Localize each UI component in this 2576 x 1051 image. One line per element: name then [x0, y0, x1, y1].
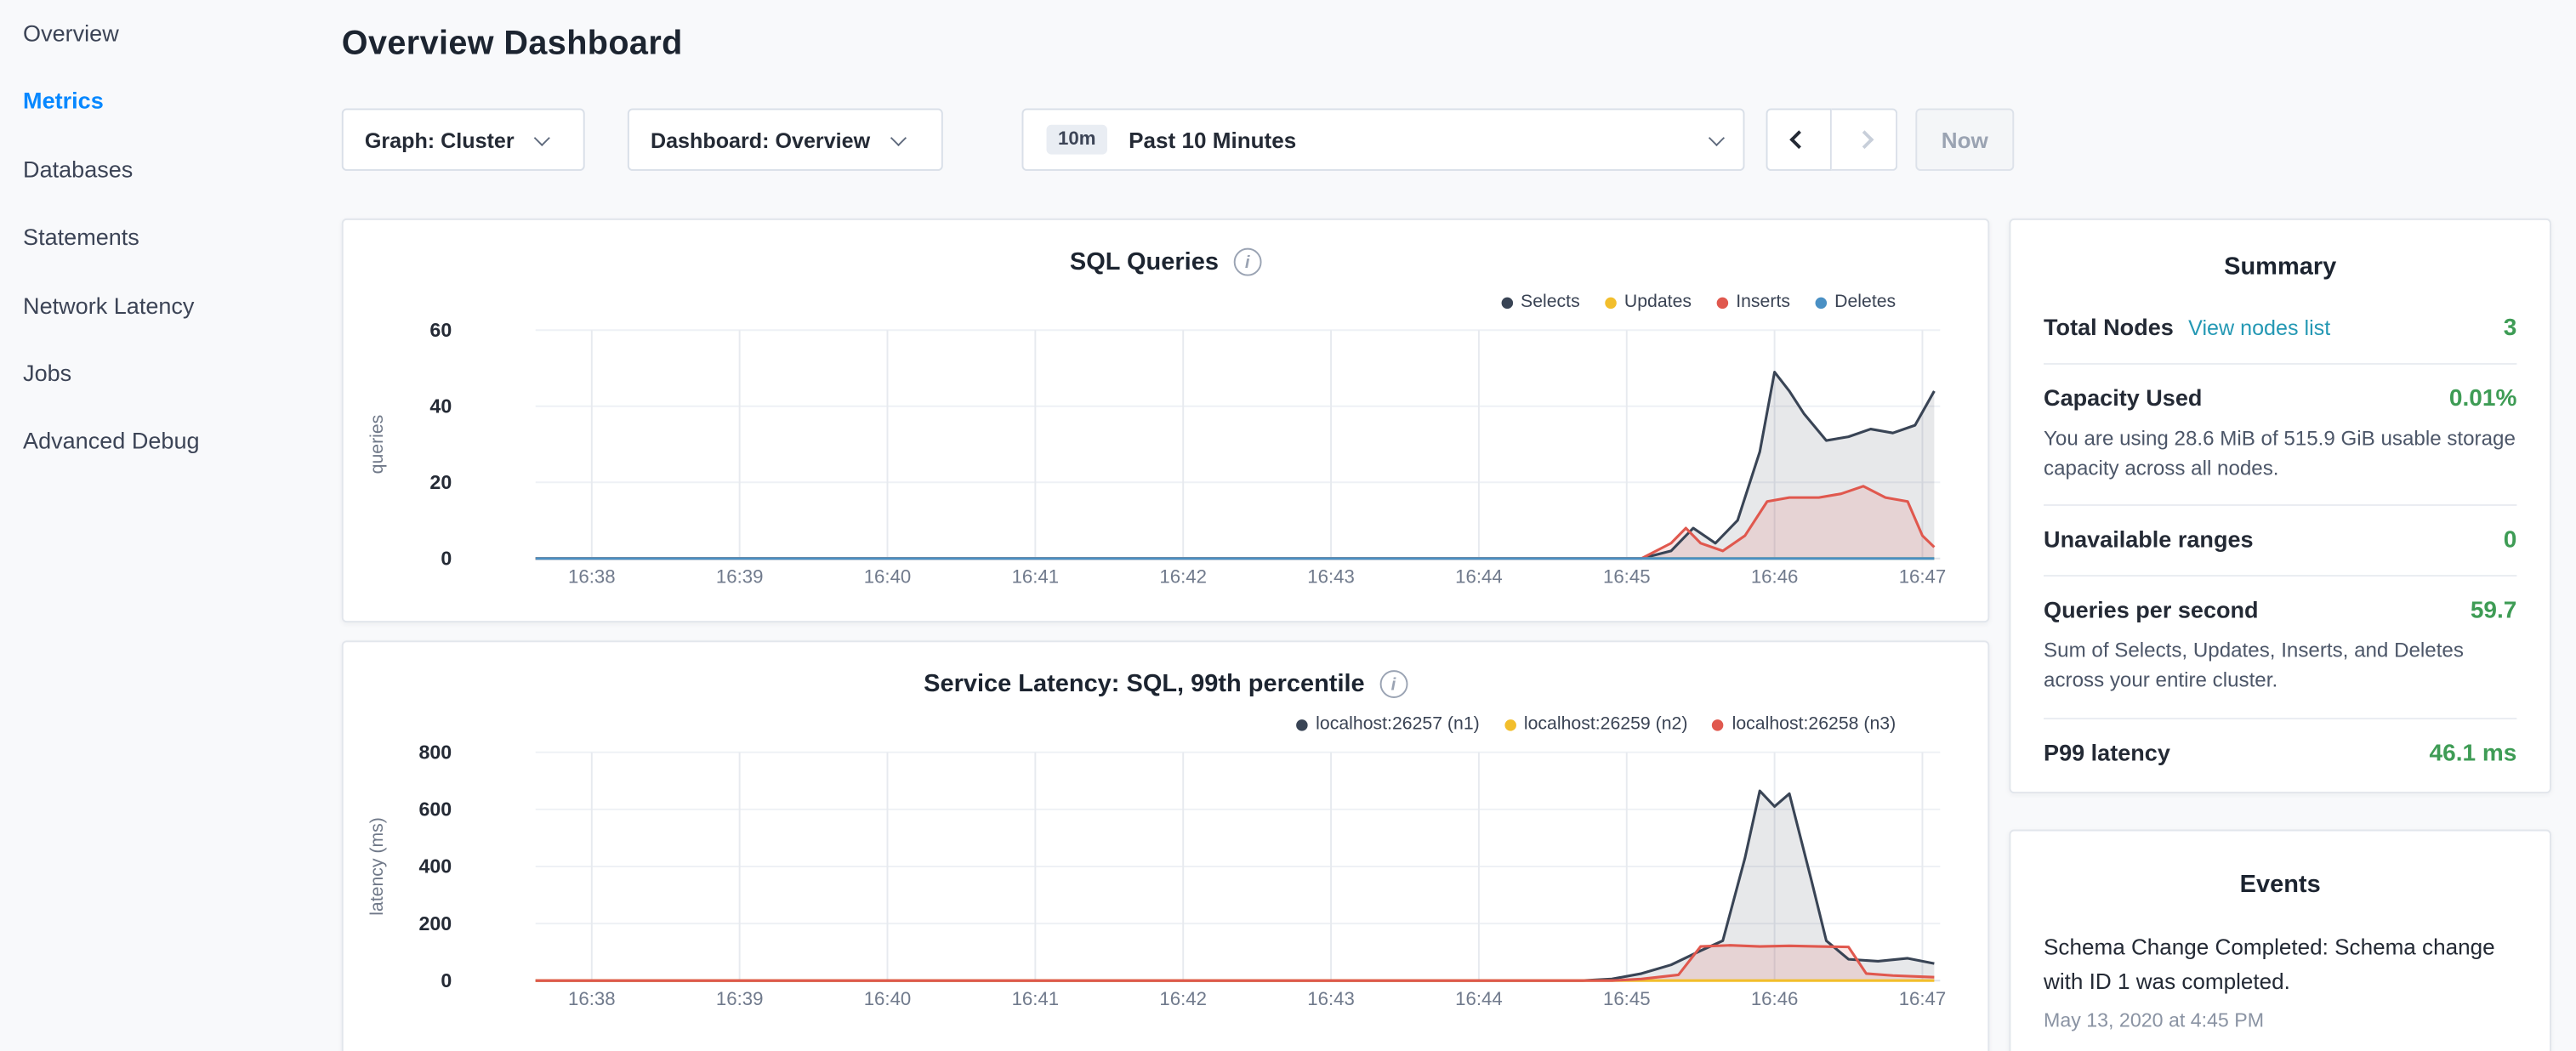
dashboard-controls: Graph: Cluster Dashboard: Overview 10m P…	[342, 108, 2014, 170]
svg-text:16:38: 16:38	[568, 566, 616, 588]
svg-text:60: 60	[429, 319, 452, 341]
svg-text:16:45: 16:45	[1603, 988, 1651, 1009]
svg-text:16:47: 16:47	[1899, 566, 1947, 588]
chart-plot[interactable]: 0 20 40 60 16:38 16:39 16:40 16:41 16:42 16:43 16:…	[344, 220, 1988, 615]
event-timestamp: May 13, 2020 at 4:45 PM	[2044, 1008, 2516, 1031]
summary-label: Capacity Used	[2044, 384, 2202, 411]
sidebar-item-advanced-debug[interactable]: Advanced Debug	[23, 428, 342, 496]
chevron-down-icon	[1709, 129, 1725, 145]
svg-text:200: 200	[419, 912, 452, 935]
sidebar-item-databases[interactable]: Databases	[23, 156, 342, 224]
summary-title: Summary	[2044, 247, 2516, 294]
svg-text:16:45: 16:45	[1603, 566, 1651, 588]
chevron-down-icon	[890, 129, 906, 145]
time-range-selector[interactable]: 10m Past 10 Minutes	[1022, 108, 1745, 170]
summary-label: P99 latency	[2044, 738, 2170, 764]
events-title: Events	[2044, 864, 2516, 912]
service-latency-chart-card: Service Latency: SQL, 99th percentile i …	[342, 640, 1989, 1051]
chevron-down-icon	[534, 129, 550, 145]
graph-dropdown-label: Graph: Cluster	[365, 128, 515, 152]
summary-label: Total Nodes	[2044, 314, 2174, 340]
dashboard-dropdown-label: Dashboard: Overview	[651, 128, 870, 152]
summary-description: You are using 28.6 MiB of 515.9 GiB usab…	[2044, 423, 2516, 483]
sidebar-item-metrics[interactable]: Metrics	[23, 88, 342, 156]
now-button[interactable]: Now	[1915, 108, 2014, 170]
summary-value: 46.1 ms	[2430, 740, 2517, 766]
svg-text:16:39: 16:39	[716, 988, 764, 1009]
svg-text:16:42: 16:42	[1159, 566, 1207, 588]
svg-text:800: 800	[419, 741, 452, 763]
summary-row-unavailable-ranges: Unavailable ranges 0	[2044, 506, 2516, 577]
svg-text:0: 0	[441, 969, 452, 991]
chevron-left-icon	[1789, 130, 1808, 149]
svg-text:0: 0	[441, 548, 452, 570]
sidebar-item-jobs[interactable]: Jobs	[23, 360, 342, 428]
svg-text:40: 40	[429, 395, 452, 418]
summary-row-queries-per-second: Queries per second 59.7 Sum of Selects, …	[2044, 577, 2516, 719]
svg-text:16:44: 16:44	[1455, 566, 1503, 588]
summary-label: Queries per second	[2044, 597, 2259, 623]
page-title: Overview Dashboard	[342, 25, 683, 64]
svg-text:600: 600	[419, 798, 452, 821]
svg-text:16:41: 16:41	[1012, 566, 1060, 588]
summary-value: 3	[2504, 315, 2517, 342]
svg-text:16:47: 16:47	[1899, 988, 1947, 1009]
summary-row-p99-latency: P99 latency 46.1 ms	[2044, 719, 2516, 787]
sidebar: Overview Metrics Databases Statements Ne…	[0, 0, 342, 1051]
time-next-button[interactable]	[1832, 108, 1897, 170]
summary-panel: Summary Total Nodes View nodes list 3 Ca…	[2009, 219, 2550, 793]
svg-text:16:44: 16:44	[1455, 988, 1503, 1009]
sql-queries-chart-card: SQL Queries i SelectsUpdatesInsertsDelet…	[342, 219, 1989, 622]
summary-description: Sum of Selects, Updates, Inserts, and De…	[2044, 636, 2516, 696]
summary-value: 0.01%	[2449, 386, 2516, 412]
svg-text:16:43: 16:43	[1307, 988, 1355, 1009]
svg-text:queries: queries	[367, 415, 387, 474]
summary-value: 0	[2504, 528, 2517, 554]
events-panel: Events Schema Change Completed: Schema c…	[2009, 830, 2550, 1051]
svg-text:16:39: 16:39	[716, 566, 764, 588]
summary-label: Unavailable ranges	[2044, 526, 2254, 553]
summary-row-capacity-used: Capacity Used 0.01% You are using 28.6 M…	[2044, 365, 2516, 507]
summary-value: 59.7	[2471, 599, 2517, 625]
sidebar-item-overview[interactable]: Overview	[23, 20, 342, 88]
view-nodes-list-link[interactable]: View nodes list	[2188, 315, 2330, 340]
svg-text:latency (ms): latency (ms)	[367, 817, 387, 916]
graph-dropdown[interactable]: Graph: Cluster	[342, 108, 585, 170]
sidebar-item-statements[interactable]: Statements	[23, 224, 342, 292]
event-item[interactable]: Schema Change Completed: Schema change w…	[2044, 931, 2516, 1031]
chart-plot[interactable]: 0 200 400 600 800 16:38 16:39 16:40 16:41 16:42 16…	[344, 642, 1988, 1051]
svg-text:16:43: 16:43	[1307, 566, 1355, 588]
svg-text:400: 400	[419, 855, 452, 878]
time-nav-buttons	[1766, 108, 1898, 170]
svg-text:16:38: 16:38	[568, 988, 616, 1009]
chevron-right-icon	[1855, 130, 1874, 149]
svg-text:16:41: 16:41	[1012, 988, 1060, 1009]
svg-text:16:46: 16:46	[1751, 988, 1799, 1009]
time-prev-button[interactable]	[1766, 108, 1832, 170]
dashboard-dropdown[interactable]: Dashboard: Overview	[628, 108, 943, 170]
svg-text:16:40: 16:40	[864, 988, 912, 1009]
event-message: Schema Change Completed: Schema change w…	[2044, 931, 2516, 1000]
app: Overview Metrics Databases Statements Ne…	[0, 0, 2576, 1051]
svg-text:16:46: 16:46	[1751, 566, 1799, 588]
time-range-label: Past 10 Minutes	[1129, 128, 1296, 152]
svg-text:20: 20	[429, 471, 452, 493]
svg-text:16:42: 16:42	[1159, 988, 1207, 1009]
svg-text:16:40: 16:40	[864, 566, 912, 588]
summary-row-total-nodes: Total Nodes View nodes list 3	[2044, 294, 2516, 365]
time-range-badge: 10m	[1046, 125, 1107, 155]
sidebar-item-network-latency[interactable]: Network Latency	[23, 292, 342, 360]
